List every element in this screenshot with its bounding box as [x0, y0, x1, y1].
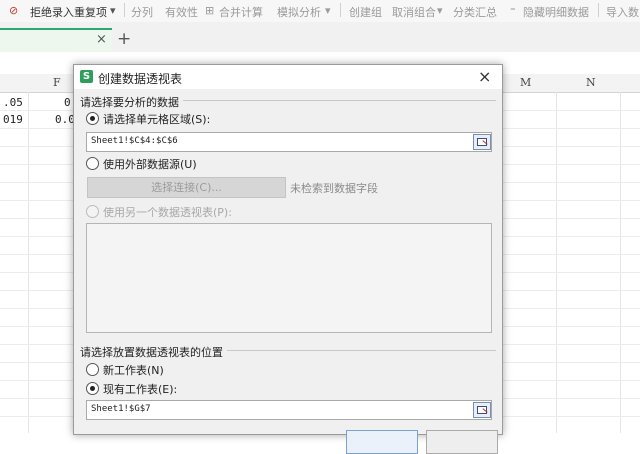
dropdown-arrow-icon[interactable]: ▾: [437, 4, 443, 17]
radio-existing-sheet[interactable]: [86, 382, 99, 395]
reject-duplicates-icon: ⊘: [9, 4, 19, 17]
cancel-button[interactable]: [426, 430, 498, 454]
location-input-value: Sheet1!$G$7: [91, 404, 151, 414]
toolbar-divider: [598, 3, 599, 17]
column-header-f[interactable]: F: [53, 76, 61, 89]
radio-external-source[interactable]: [86, 157, 99, 170]
choose-connection-button[interactable]: 选择连接(C)...: [87, 177, 286, 198]
merge-calc-button[interactable]: 合并计算: [219, 4, 263, 20]
subtotal-button[interactable]: 分类汇总: [453, 4, 497, 20]
merge-calc-icon: ⊞: [205, 4, 215, 17]
validity-button[interactable]: 有效性: [165, 4, 198, 20]
radio-other-pivot[interactable]: [86, 205, 99, 218]
tab-close-icon[interactable]: ×: [96, 32, 107, 47]
radio-existing-sheet-label[interactable]: 现有工作表(E):: [103, 381, 177, 397]
dialog-title: 创建数据透视表: [98, 72, 183, 86]
range-input-value: Sheet1!$C$4:$C$6: [91, 136, 178, 146]
section-source-label: 请选择要分析的数据: [80, 94, 183, 110]
section-location-label: 请选择放置数据透视表的位置: [80, 344, 227, 360]
radio-cell-range-label[interactable]: 请选择单元格区域(S):: [103, 111, 210, 127]
import-button[interactable]: 导入数: [606, 4, 639, 20]
split-button[interactable]: 分列: [131, 4, 153, 20]
cell-value[interactable]: 019: [3, 113, 23, 126]
create-group-button[interactable]: 创建组: [349, 4, 382, 20]
grid-line: [28, 92, 29, 433]
radio-external-source-label[interactable]: 使用外部数据源(U): [103, 156, 197, 172]
cell-value[interactable]: 0: [64, 96, 71, 109]
radio-cell-range[interactable]: [86, 112, 99, 125]
hide-details-icon: ⁼: [510, 4, 516, 17]
no-fields-text: 未检索到数据字段: [290, 182, 378, 195]
location-picker-icon[interactable]: [473, 402, 491, 418]
toolbar-divider: [340, 3, 341, 17]
range-picker-icon[interactable]: [473, 134, 491, 150]
cell-value[interactable]: .05: [3, 96, 23, 109]
create-pivot-dialog: S 创建数据透视表 × 请选择要分析的数据 请选择单元格区域(S): Sheet…: [73, 64, 503, 454]
radio-new-sheet-label[interactable]: 新工作表(N): [103, 362, 164, 378]
ribbon-toolbar: ⊘ 拒绝录入重复项 ▾ 分列 有效性 ⊞ 合并计算 模拟分析 ▾ 创建组 取消组…: [0, 0, 640, 23]
radio-other-pivot-label[interactable]: 使用另一个数据透视表(P):: [103, 204, 232, 220]
dropdown-arrow-icon[interactable]: ▾: [110, 4, 116, 17]
cell-value[interactable]: 0.0: [55, 113, 75, 126]
wps-logo-icon: S: [80, 70, 93, 83]
dialog-titlebar[interactable]: S 创建数据透视表 ×: [74, 65, 502, 89]
dropdown-arrow-icon[interactable]: ▾: [325, 4, 331, 17]
ungroup-button[interactable]: 取消组合: [392, 4, 436, 20]
location-input[interactable]: Sheet1!$G$7: [86, 400, 492, 420]
reject-duplicates-button[interactable]: 拒绝录入重复项: [30, 4, 107, 20]
grid-line: [556, 92, 557, 433]
column-header-n[interactable]: N: [586, 76, 596, 89]
toolbar-divider: [124, 3, 125, 17]
simulate-button[interactable]: 模拟分析: [277, 4, 321, 20]
pivot-table-list[interactable]: [86, 223, 492, 333]
ok-button[interactable]: [346, 430, 418, 454]
hide-details-button[interactable]: 隐藏明细数据: [523, 4, 589, 20]
range-input[interactable]: Sheet1!$C$4:$C$6: [86, 132, 492, 152]
grid-line: [620, 92, 621, 433]
new-tab-icon[interactable]: +: [117, 29, 131, 49]
radio-new-sheet[interactable]: [86, 363, 99, 376]
column-header-m[interactable]: M: [520, 76, 531, 89]
close-icon[interactable]: ×: [478, 67, 491, 86]
